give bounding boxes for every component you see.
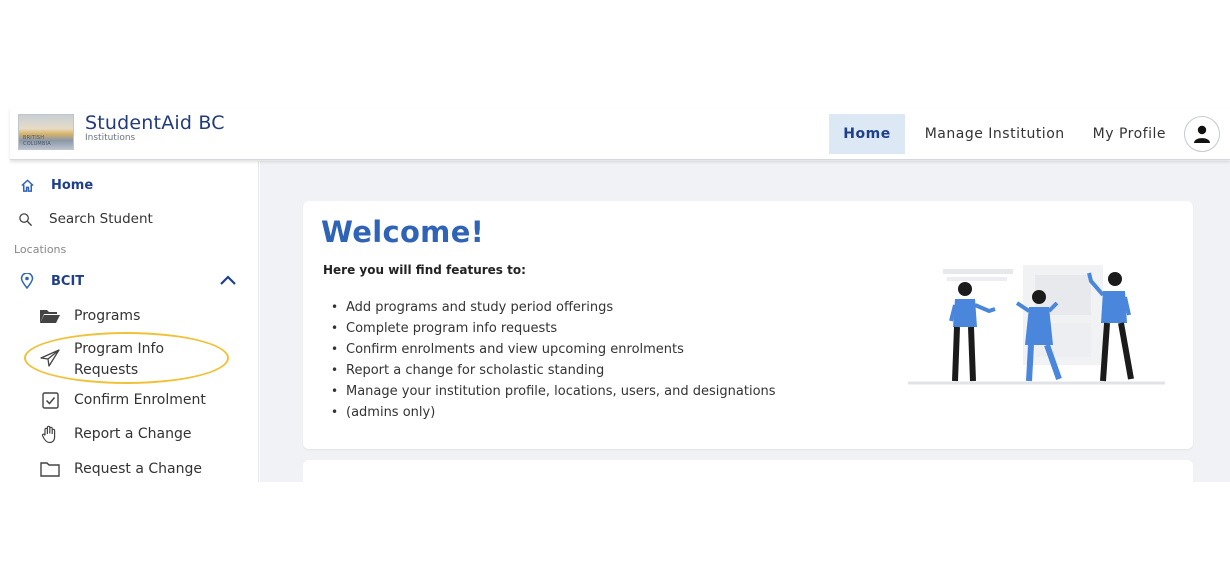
feature-list: Add programs and study period offerings … (323, 297, 776, 423)
sidebar-home-label: Home (51, 177, 94, 193)
sidebar-report-label: Report a Change (74, 426, 192, 442)
brand-subtitle: Institutions (85, 133, 136, 143)
bc-logo[interactable]: BRITISH COLUMBIA (18, 114, 74, 150)
folder-icon (38, 460, 62, 478)
hand-icon (38, 425, 62, 443)
welcome-title: Welcome! (321, 215, 485, 249)
main-content: Welcome! Here you will find features to:… (260, 161, 1230, 482)
welcome-card: Welcome! Here you will find features to:… (303, 201, 1193, 449)
sidebar-item-report-change[interactable]: Report a Change (38, 425, 192, 443)
sidebar: Home Search Student Locations BCIT Progr… (10, 161, 259, 482)
sidebar-section-label: Locations (14, 243, 67, 256)
list-item-continued: (admins only) (323, 402, 776, 423)
list-item: Report a change for scholastic standing (323, 360, 776, 381)
sidebar-program-info-label-line2: Requests (74, 362, 139, 378)
home-icon (18, 176, 36, 194)
brand-title: StudentAid BC (85, 112, 225, 134)
brand: StudentAid BC Institutions (85, 112, 225, 143)
sidebar-search-label: Search Student (49, 211, 153, 227)
location-pin-icon (18, 272, 36, 290)
people-illustration (908, 265, 1165, 385)
list-item: Confirm enrolments and view upcoming enr… (323, 339, 776, 360)
sidebar-item-programs[interactable]: Programs (38, 307, 140, 325)
secondary-card (303, 460, 1193, 482)
sidebar-request-label: Request a Change (74, 461, 202, 477)
sidebar-item-search-student[interactable]: Search Student (16, 210, 153, 228)
sidebar-item-program-info-requests[interactable]: Program Info Requests (38, 339, 164, 381)
top-nav: Home Manage Institution My Profile (829, 108, 1220, 160)
list-item: Manage your institution profile, locatio… (323, 381, 776, 402)
folder-open-icon (38, 307, 62, 325)
sidebar-programs-label: Programs (74, 308, 141, 324)
sidebar-item-home[interactable]: Home (18, 176, 93, 194)
checkbox-icon (38, 391, 62, 409)
sidebar-program-info-label-line1: Program Info (74, 341, 165, 357)
sidebar-item-location-bcit[interactable]: BCIT (18, 272, 248, 290)
search-icon (16, 210, 34, 228)
sidebar-item-request-change[interactable]: Request a Change (38, 460, 202, 478)
nav-my-profile[interactable]: My Profile (1079, 114, 1180, 154)
sidebar-location-label: BCIT (51, 273, 85, 289)
list-item: Add programs and study period offerings (323, 297, 776, 318)
sidebar-confirm-label: Confirm Enrolment (74, 392, 206, 408)
list-item: Complete program info requests (323, 318, 776, 339)
sidebar-program-info-label: Program Info Requests (74, 339, 164, 381)
chevron-up-icon[interactable] (218, 272, 238, 292)
intro-text: Here you will find features to: (323, 263, 526, 277)
profile-avatar-button[interactable] (1184, 116, 1220, 152)
sidebar-item-confirm-enrolment[interactable]: Confirm Enrolment (38, 391, 206, 409)
nav-home[interactable]: Home (829, 114, 905, 154)
nav-manage-institution[interactable]: Manage Institution (911, 114, 1079, 154)
logo-text: BRITISH COLUMBIA (23, 135, 51, 147)
paper-plane-icon (38, 349, 62, 367)
person-icon (1194, 125, 1210, 143)
app-header: BRITISH COLUMBIA StudentAid BC Instituti… (10, 108, 1230, 160)
